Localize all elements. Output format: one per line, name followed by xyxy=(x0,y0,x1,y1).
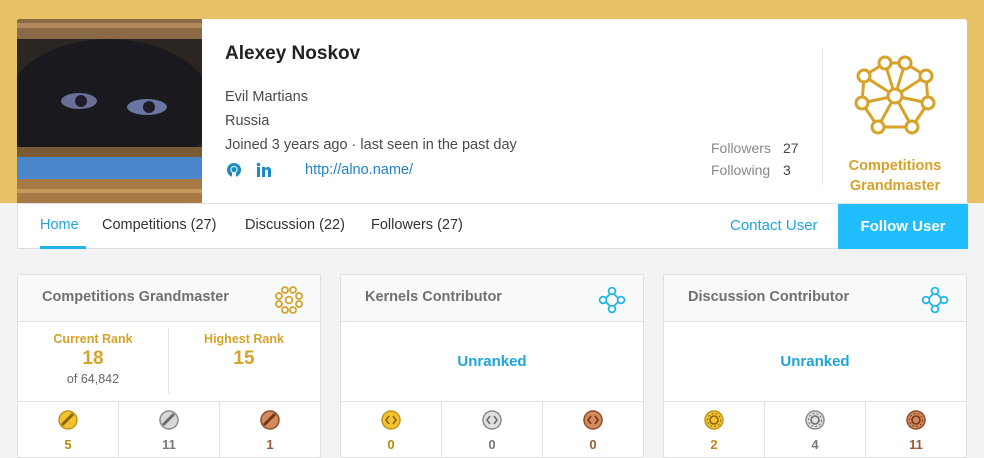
profile-tabbar: Home Competitions (27) Discussion (22) F… xyxy=(17,203,968,249)
following-label[interactable]: Following xyxy=(711,159,783,181)
bronze-count: 11 xyxy=(909,437,923,452)
bronze-count: 1 xyxy=(266,437,274,452)
current-rank-value: 18 xyxy=(82,348,104,369)
highest-rank-label: Highest Rank xyxy=(204,332,284,346)
silver-medal: 4 xyxy=(765,402,866,457)
contributor-icon xyxy=(920,285,950,320)
rank-status: Unranked xyxy=(341,322,643,402)
gold-medal: 5 xyxy=(18,402,119,457)
bronze-kernel-icon xyxy=(583,410,603,430)
grandmaster-icon xyxy=(854,55,936,135)
profile-joined: Joined 3 years ago · last seen in the pa… xyxy=(225,137,517,153)
tile-title[interactable]: Discussion Contributor xyxy=(688,289,849,305)
tier-label-line2: Grandmaster xyxy=(849,178,941,194)
tier-label-line1: Competitions xyxy=(848,158,942,174)
gold-count: 5 xyxy=(64,437,72,452)
tab-discussion[interactable]: Discussion (22) xyxy=(245,217,345,233)
bronze-discussion-icon xyxy=(906,410,926,430)
tier-label: Competitions Grandmaster xyxy=(823,156,967,196)
gold-kernel-icon xyxy=(381,410,401,430)
competitions-tile: Competitions Grandmaster Current Rank 18… xyxy=(17,274,321,458)
tab-followers[interactable]: Followers (27) xyxy=(371,217,463,233)
profile-links: http://alno.name/ xyxy=(225,161,413,179)
highest-rank-value: 15 xyxy=(233,348,255,369)
bronze-medal: 11 xyxy=(866,402,966,457)
grandmaster-icon xyxy=(274,285,304,320)
silver-count: 4 xyxy=(811,437,819,452)
profile-location: Russia xyxy=(225,113,270,129)
silver-kernel-icon xyxy=(482,410,502,430)
current-rank-label: Current Rank xyxy=(53,332,133,346)
silver-count: 0 xyxy=(488,437,496,452)
gold-medal: 2 xyxy=(664,402,765,457)
profile-card: Alexey Noskov Evil Martians Russia Joine… xyxy=(17,19,967,203)
gold-count: 2 xyxy=(710,437,718,452)
tab-home[interactable]: Home xyxy=(40,217,79,233)
avatar xyxy=(17,19,202,203)
gold-discussion-icon xyxy=(704,410,724,430)
tile-title[interactable]: Competitions Grandmaster xyxy=(42,289,229,305)
rank-status: Unranked xyxy=(664,322,966,402)
silver-medal: 0 xyxy=(442,402,543,457)
gold-count: 0 xyxy=(387,437,395,452)
bronze-medal-icon xyxy=(260,410,280,430)
bronze-medal: 1 xyxy=(220,402,320,457)
followers-label[interactable]: Followers xyxy=(711,137,783,159)
gold-medal: 0 xyxy=(341,402,442,457)
follow-user-button[interactable]: Follow User xyxy=(838,204,968,249)
tile-title[interactable]: Kernels Contributor xyxy=(365,289,502,305)
silver-count: 11 xyxy=(162,437,176,452)
silver-medal-icon xyxy=(159,410,179,430)
tab-active-indicator xyxy=(40,246,86,249)
gold-medal-icon xyxy=(58,410,78,430)
followers-count[interactable]: 27 xyxy=(783,140,799,156)
current-rank-of: of 64,842 xyxy=(66,372,120,386)
tab-competitions[interactable]: Competitions (27) xyxy=(102,217,216,233)
silver-discussion-icon xyxy=(805,410,825,430)
profile-organization: Evil Martians xyxy=(225,89,308,105)
website-link[interactable]: http://alno.name/ xyxy=(305,162,413,178)
follow-stats: Followers 27 Following 3 xyxy=(711,137,799,181)
bronze-count: 0 xyxy=(589,437,597,452)
following-count[interactable]: 3 xyxy=(783,162,791,178)
silver-medal: 11 xyxy=(119,402,220,457)
contributor-icon xyxy=(597,285,627,320)
linkedin-icon[interactable] xyxy=(255,161,273,179)
contact-user-link[interactable]: Contact User xyxy=(730,217,818,234)
tier-badge: Competitions Grandmaster xyxy=(823,51,967,196)
kernels-tile: Kernels Contributor Unranked 0 0 0 xyxy=(340,274,644,458)
bronze-medal: 0 xyxy=(543,402,643,457)
discussion-tile: Discussion Contributor Unranked 2 4 11 xyxy=(663,274,967,458)
github-icon[interactable] xyxy=(225,161,243,179)
profile-name: Alexey Noskov xyxy=(225,43,361,64)
